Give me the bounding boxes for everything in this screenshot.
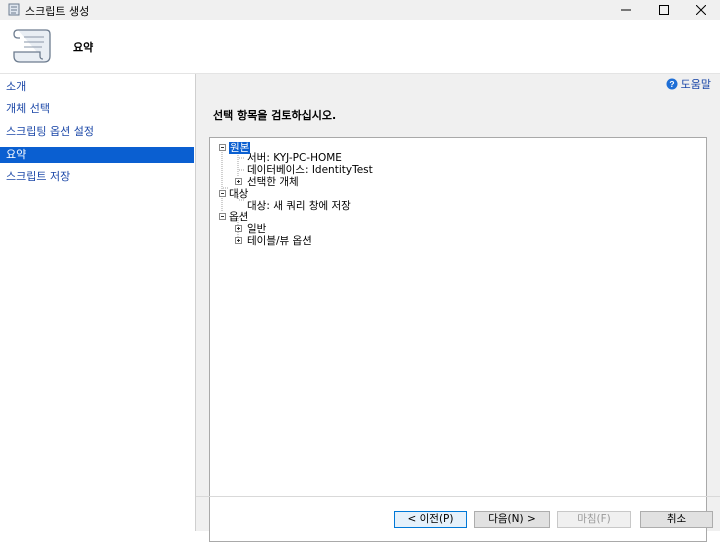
tree-node-selected-objects[interactable]: 선택한 개체: [247, 176, 299, 188]
window-title: 스크립트 생성: [25, 5, 90, 18]
prev-button[interactable]: < 이전(P): [394, 511, 467, 528]
title-bar: 스크립트 생성: [0, 0, 720, 20]
expander-source[interactable]: [219, 144, 226, 151]
tree-node-target[interactable]: 대상: [229, 188, 248, 200]
close-icon: [696, 5, 706, 15]
next-button[interactable]: 다음(N) >: [474, 511, 550, 528]
page-title: 요약: [73, 41, 94, 54]
scroll-icon: [13, 29, 51, 63]
tree-node-table-view-options[interactable]: 테이블/뷰 옵션: [247, 235, 312, 247]
page-header: 요약: [0, 20, 720, 74]
footer-divider: [196, 496, 720, 497]
finish-button[interactable]: 마침(F): [557, 511, 631, 528]
sidebar-item-save-script[interactable]: 스크립트 저장: [0, 169, 194, 185]
expander-selected-objects[interactable]: [235, 178, 242, 185]
expander-options[interactable]: [219, 213, 226, 220]
expander-target[interactable]: [219, 190, 226, 197]
sidebar-item-select-objects[interactable]: 개체 선택: [0, 101, 194, 117]
minimize-icon: [621, 9, 631, 11]
minimize-button[interactable]: [607, 0, 645, 20]
maximize-button[interactable]: [645, 0, 683, 20]
tree-node-server[interactable]: 서버: KYJ-PC-HOME: [247, 152, 342, 164]
close-button[interactable]: [682, 0, 720, 20]
svg-text:?: ?: [669, 79, 674, 89]
help-label: 도움말: [680, 78, 711, 91]
expander-table-view-options[interactable]: [235, 237, 242, 244]
sidebar-item-scripting-options[interactable]: 스크립팅 옵션 설정: [0, 124, 194, 140]
tree-node-database[interactable]: 데이터베이스: IdentityTest: [247, 164, 373, 176]
main-panel: ? 도움말 선택 항목을 검토하십시오. 원본 서버: KYJ-PC-HOME …: [196, 74, 720, 542]
sidebar: 소개 개체 선택 스크립팅 옵션 설정 요약 스크립트 저장: [0, 74, 196, 531]
instruction-text: 선택 항목을 검토하십시오.: [213, 109, 337, 122]
help-icon: ?: [666, 78, 678, 90]
tree-lines: [221, 150, 245, 237]
maximize-icon: [659, 5, 669, 15]
tree-node-options[interactable]: 옵션: [229, 211, 248, 223]
summary-tree[interactable]: 원본 서버: KYJ-PC-HOME 데이터베이스: IdentityTest …: [209, 137, 707, 542]
tree-node-general[interactable]: 일반: [247, 223, 266, 235]
sidebar-item-intro[interactable]: 소개: [0, 79, 194, 95]
scroll-icon: [8, 3, 20, 16]
expander-general[interactable]: [235, 225, 242, 232]
help-link[interactable]: ? 도움말: [666, 76, 711, 92]
tree-node-target-value[interactable]: 대상: 새 쿼리 창에 저장: [247, 200, 351, 212]
cancel-button[interactable]: 취소: [640, 511, 713, 528]
sidebar-item-summary[interactable]: 요약: [0, 147, 194, 163]
